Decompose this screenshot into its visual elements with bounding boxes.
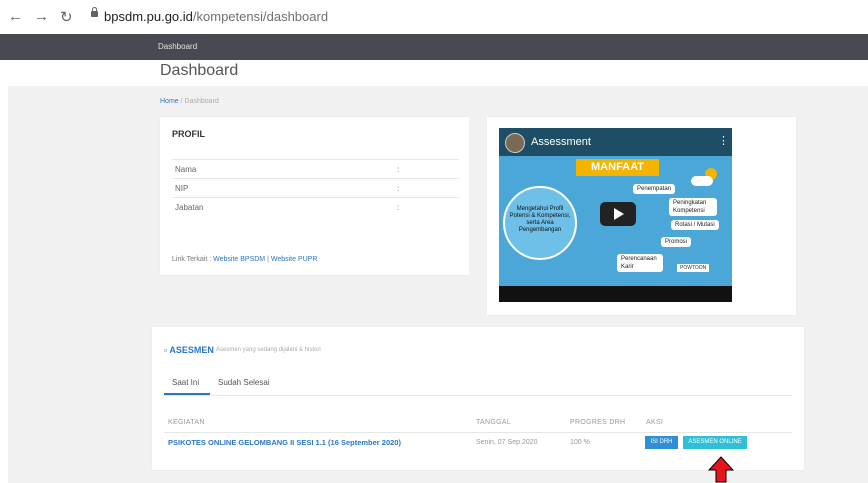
- play-button-icon[interactable]: [600, 202, 636, 226]
- url-path: /kompetensi/dashboard: [192, 9, 329, 24]
- asesmen-online-button[interactable]: ASESMEN ONLINE: [683, 436, 747, 449]
- column-header-aksi: AKSI: [646, 419, 664, 426]
- video-controls-bar[interactable]: [499, 286, 732, 302]
- video-item: Rotasi / Mutasi: [671, 220, 719, 230]
- tab-divider: [164, 395, 792, 396]
- video-player[interactable]: Assessment ⋮ MANFAAT Mengetahui Profil P…: [499, 128, 732, 302]
- breadcrumb: Home / Dashboard: [160, 98, 219, 105]
- channel-avatar[interactable]: [505, 133, 525, 153]
- video-title[interactable]: Assessment: [531, 136, 591, 148]
- video-heading: MANFAAT: [576, 159, 659, 176]
- back-icon[interactable]: ←: [8, 8, 23, 25]
- profil-title: PROFIL: [172, 129, 205, 139]
- tab-sudah-selesai[interactable]: Sudah Selesai: [218, 378, 270, 387]
- profil-card: PROFIL Nama : NIP : Jabatan : Link Terka…: [160, 117, 469, 275]
- profil-label: Nama: [175, 165, 197, 174]
- video-header: Assessment ⋮: [499, 128, 732, 156]
- profil-value: :: [397, 165, 400, 174]
- link-website-bpsdm[interactable]: Website BPSDM: [213, 256, 265, 263]
- reload-icon[interactable]: ↻: [60, 8, 73, 26]
- column-header-kegiatan: KEGIATAN: [168, 419, 205, 426]
- link-terkait-label: Link Terkait :: [172, 256, 214, 263]
- breadcrumb-home[interactable]: Home: [160, 98, 179, 105]
- up-arrow-icon: [708, 456, 734, 483]
- tab-saat-ini[interactable]: Saat Ini: [172, 378, 199, 387]
- video-item: Penempatan: [633, 184, 676, 194]
- asesmen-subtitle: Asesmen yang sedang dijalani & histori: [216, 347, 321, 353]
- asesmen-card: ▫ ASESMEN Asesmen yang sedang dijalani &…: [152, 327, 804, 470]
- page-title: Dashboard: [160, 62, 239, 79]
- video-item: Promosi: [661, 237, 692, 247]
- kegiatan-link[interactable]: PSIKOTES ONLINE GELOMBANG II SESI 1.1 (1…: [168, 438, 401, 447]
- more-options-icon[interactable]: ⋮: [718, 134, 729, 147]
- profil-value: :: [397, 203, 400, 212]
- profil-label: Jabatan: [175, 203, 204, 212]
- progres-cell: 100 %: [570, 439, 590, 446]
- lock-icon: [91, 7, 98, 17]
- link-website-pupr[interactable]: Website PUPR: [271, 256, 318, 263]
- tanggal-cell: Senin, 07 Sep 2020: [476, 439, 538, 446]
- profil-row-jabatan: Jabatan :: [172, 197, 459, 217]
- profil-row-nip: NIP :: [172, 178, 459, 198]
- asesmen-title-text: ASESMEN: [169, 345, 214, 355]
- browser-toolbar: ← → ↻ bpsdm.pu.go.id/kompetensi/dashboar…: [0, 0, 868, 34]
- video-item: Peningkatan Kompetensi: [669, 198, 717, 216]
- nav-item-dashboard[interactable]: Dashboard: [158, 42, 197, 51]
- table-header-divider: [164, 432, 792, 433]
- url-host: bpsdm.pu.go.id: [104, 9, 193, 24]
- cloud-illustration: [691, 176, 713, 186]
- top-navbar: Dashboard: [0, 34, 868, 60]
- profil-label: NIP: [175, 184, 189, 193]
- video-center-text: Mengetahui Profil Potensi & Kompetensi, …: [509, 206, 571, 233]
- column-header-tanggal: TANGGAL: [476, 419, 512, 426]
- breadcrumb-separator: /: [180, 98, 183, 105]
- video-card: Assessment ⋮ MANFAAT Mengetahui Profil P…: [487, 117, 796, 315]
- profil-value: :: [397, 184, 400, 193]
- forward-icon[interactable]: →: [34, 8, 49, 25]
- asesmen-title: ▫ ASESMEN: [164, 345, 214, 355]
- column-header-progres: PROGRES DRH: [570, 419, 626, 426]
- isi-drh-button[interactable]: ISI DRH: [645, 436, 678, 449]
- address-bar[interactable]: bpsdm.pu.go.id/kompetensi/dashboard: [104, 9, 328, 24]
- video-item: Perencanaan Karir: [617, 254, 663, 272]
- profil-row-nama: Nama :: [172, 159, 459, 179]
- link-terkait: Link Terkait : Website BPSDM | Website P…: [172, 256, 317, 263]
- breadcrumb-current: Dashboard: [184, 98, 219, 105]
- powtoon-logo: POWTOON: [677, 264, 710, 272]
